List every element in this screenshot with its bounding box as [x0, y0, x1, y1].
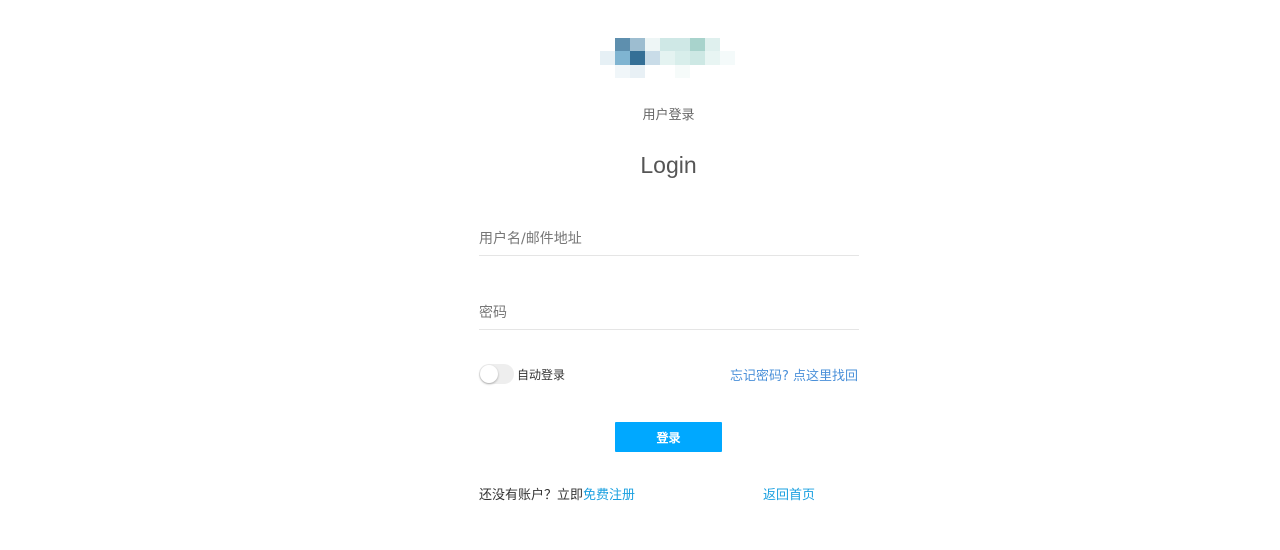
- logo-pixel: [600, 64, 615, 78]
- login-button[interactable]: 登录: [615, 422, 722, 452]
- logo-pixel: [615, 38, 630, 52]
- auto-login-toggle[interactable]: [479, 364, 514, 384]
- logo-pixel: [720, 38, 735, 52]
- page-title: Login: [640, 152, 697, 178]
- logo-pixel: [615, 51, 630, 65]
- logo-pixel: [675, 51, 690, 65]
- logo-pixel: [630, 64, 645, 78]
- logo-pixel: [645, 38, 660, 52]
- logo-pixel: [630, 38, 645, 52]
- logo-pixel: [720, 64, 735, 78]
- no-account-text: 还没有账户？立即: [479, 488, 584, 503]
- logo-pixel: [690, 38, 705, 52]
- site-logo[interactable]: [600, 38, 735, 78]
- logo-pixel: [660, 64, 675, 78]
- logo-pixel: [645, 64, 660, 78]
- register-prompt: 还没有账户？立即免费注册: [479, 484, 635, 503]
- logo-pixel: [600, 38, 615, 52]
- logo-pixel: [690, 64, 705, 78]
- logo-pixel: [600, 51, 615, 65]
- logo-pixel: [705, 64, 720, 78]
- login-page: 用户登录 Login 自动登录 忘记密码? 点这里找回 登录 还没有账户？立即免…: [0, 0, 1280, 550]
- logo-pixel: [690, 51, 705, 65]
- logo-pixel: [675, 64, 690, 78]
- logo-pixel: [660, 51, 675, 65]
- page-subtitle: 用户登录: [642, 108, 695, 123]
- logo-pixel: [615, 64, 630, 78]
- password-input[interactable]: [479, 296, 859, 330]
- forgot-password-link[interactable]: 忘记密码? 点这里找回: [730, 365, 858, 384]
- logo-pixel: [630, 51, 645, 65]
- auto-login-label: 自动登录: [517, 367, 566, 382]
- logo-pixel: [675, 38, 690, 52]
- logo-pixel: [720, 51, 735, 65]
- auto-login-toggle-group[interactable]: 自动登录: [479, 364, 565, 384]
- toggle-knob: [480, 365, 498, 383]
- logo-pixel: [645, 51, 660, 65]
- logo-pixel: [660, 38, 675, 52]
- register-link[interactable]: 免费注册: [583, 488, 635, 503]
- username-input[interactable]: [479, 222, 859, 256]
- logo-pixel: [705, 38, 720, 52]
- back-home-link[interactable]: 返回首页: [763, 484, 815, 503]
- logo-pixel: [705, 51, 720, 65]
